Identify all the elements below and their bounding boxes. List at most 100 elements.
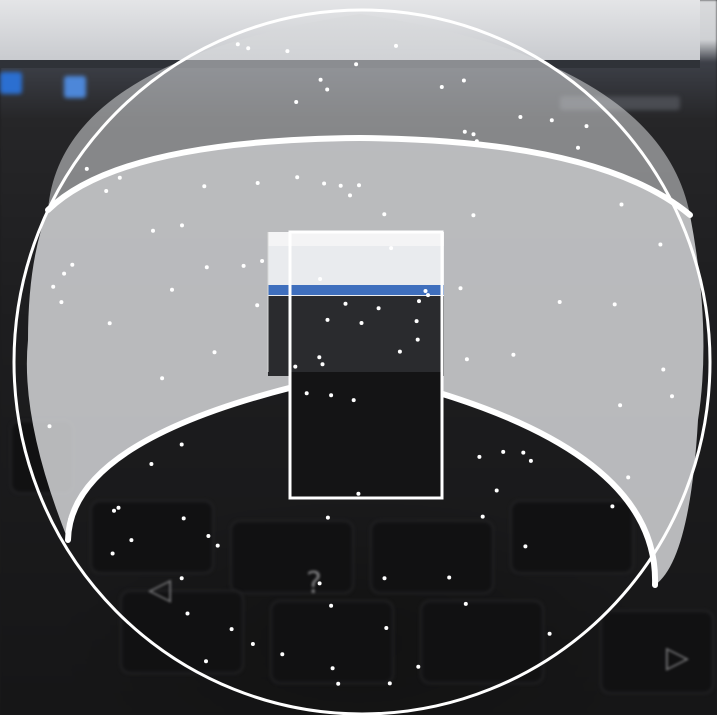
sample-dot (576, 145, 580, 150)
sample-dot (336, 681, 341, 686)
sample-dot (129, 538, 134, 543)
sample-dot (185, 611, 190, 616)
sample-dot (471, 132, 476, 137)
sample-dot (474, 139, 479, 144)
blurred-keycap-glyph: ▷ (666, 640, 690, 675)
sample-dot (250, 642, 255, 646)
sample-dot (260, 259, 265, 263)
sample-dot (325, 87, 330, 92)
sample-dot (658, 242, 663, 247)
sample-dot (618, 403, 623, 408)
sample-dot (338, 183, 343, 188)
sample-dot (619, 202, 624, 207)
sample-dot (246, 46, 251, 51)
sample-dot (215, 543, 220, 548)
sample-dot (397, 349, 402, 354)
sample-dot (549, 118, 554, 123)
sample-dot (62, 271, 67, 276)
sample-dot (180, 223, 184, 228)
sample-dot (661, 367, 666, 372)
sample-dot (354, 62, 359, 67)
sample-dot (464, 357, 469, 362)
sample-dot (376, 306, 381, 311)
sample-dot (348, 193, 352, 198)
sample-dot (294, 100, 299, 104)
sample-dot (318, 77, 323, 82)
sample-dot (501, 449, 506, 454)
sample-dot (280, 652, 285, 657)
sample-dot (59, 300, 64, 305)
sample-dot (356, 491, 361, 496)
sample-dot (107, 321, 112, 326)
sample-dot (423, 289, 428, 293)
sample-dot (523, 544, 528, 549)
sample-dot (320, 362, 325, 367)
sample-dot (463, 601, 468, 606)
sample-dot (204, 659, 208, 664)
sample-dot (351, 398, 356, 403)
sample-dot (528, 458, 533, 463)
sample-dot (317, 355, 322, 360)
sample-dot (357, 183, 361, 188)
sample-dot (415, 337, 420, 342)
sample-dot (181, 516, 186, 521)
sample-dot (151, 228, 155, 233)
sample-dot (179, 576, 184, 581)
sample-dot (255, 181, 260, 185)
sample-dot (318, 277, 323, 281)
sample-dot (304, 391, 309, 396)
sample-dot (547, 631, 552, 636)
sample-dot (518, 115, 523, 119)
sample-dot (241, 263, 246, 268)
sample-dot (235, 42, 240, 47)
sample-dot (70, 262, 75, 267)
sample-dot (295, 175, 300, 180)
sample-dot (84, 166, 89, 171)
sample-dot (325, 515, 330, 520)
sample-dot (112, 508, 116, 513)
sample-dot (471, 213, 476, 218)
sample-dot (47, 424, 52, 429)
sample-dot (414, 319, 419, 324)
sample-dot (387, 681, 392, 686)
sample-dot (584, 124, 589, 129)
sample-dot (255, 303, 260, 308)
sample-dot (389, 246, 394, 251)
sample-dot (610, 504, 615, 509)
sample-dot (359, 321, 364, 325)
sample-dot (329, 603, 334, 608)
sample-dot (447, 575, 452, 580)
sample-dot (521, 450, 526, 455)
sample-dot (343, 301, 348, 306)
sample-dot (511, 352, 516, 357)
sample-dot (116, 505, 121, 510)
sample-dot (206, 534, 211, 538)
sample-dot (394, 43, 398, 48)
sphere-guide-overlay (12, 8, 712, 715)
camera-view: ◁ ? ▷ (0, 0, 717, 715)
sample-dot (51, 284, 56, 289)
sample-dot (458, 286, 463, 291)
sample-dot (325, 317, 330, 322)
blurred-keycap-glyph: ? (306, 566, 322, 601)
sample-dot (439, 85, 444, 89)
sample-dot (117, 175, 122, 180)
sample-dot (626, 475, 631, 480)
sample-dot (110, 551, 115, 556)
sample-dot (382, 212, 387, 217)
sample-dot (557, 300, 562, 304)
sample-dot (149, 462, 154, 466)
sample-dot (384, 626, 389, 630)
sample-dot (382, 576, 387, 581)
sample-dot (670, 394, 674, 399)
sample-dot (477, 454, 482, 459)
sample-dot (104, 189, 109, 193)
sample-dot (229, 627, 234, 632)
sample-dot (416, 664, 421, 669)
blurred-keycap-glyph: ◁ (148, 572, 172, 607)
sample-dot (462, 129, 467, 134)
sample-dot (204, 265, 209, 270)
sample-dot (329, 393, 334, 398)
sample-dot (480, 514, 485, 519)
sample-dot (202, 184, 207, 189)
